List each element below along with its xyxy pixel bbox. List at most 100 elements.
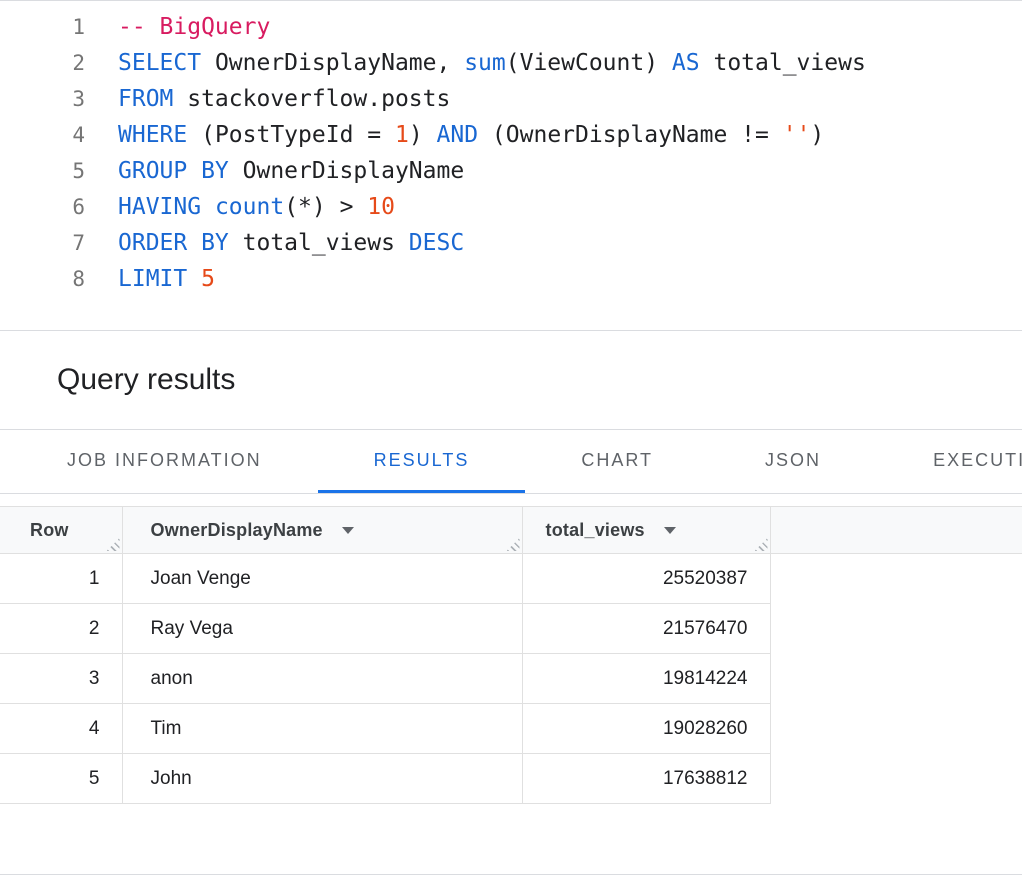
code-token-number: 1 — [395, 122, 409, 148]
code-line[interactable]: 1 -- BigQuery — [0, 9, 1022, 45]
total-views-cell: 25520387 — [522, 554, 770, 604]
row-number-cell: 1 — [0, 554, 122, 604]
query-results-section-header: Query results — [0, 331, 1022, 430]
table-row[interactable]: 2Ray Vega21576470 — [0, 604, 1022, 654]
code-token-plain: (PostTypeId = — [187, 122, 395, 148]
empty-cell — [770, 704, 1022, 754]
row-number-cell: 4 — [0, 704, 122, 754]
code-line[interactable]: 5 GROUP BY OwnerDisplayName — [0, 153, 1022, 189]
tab-chart[interactable]: CHART — [525, 430, 709, 493]
code-text: FROM stackoverflow.posts — [118, 81, 450, 117]
table-row[interactable]: 4Tim19028260 — [0, 704, 1022, 754]
tab-json[interactable]: JSON — [709, 430, 877, 493]
column-header-empty — [770, 507, 1022, 554]
line-number: 4 — [0, 117, 85, 153]
empty-cell — [770, 654, 1022, 704]
sql-editor[interactable]: 1 -- BigQuery 2 SELECT OwnerDisplayName, su… — [0, 1, 1022, 331]
column-resize-handle[interactable] — [507, 538, 520, 551]
line-number: 5 — [0, 153, 85, 189]
tab-job-information[interactable]: JOB INFORMATION — [11, 430, 318, 493]
row-number-cell: 5 — [0, 754, 122, 804]
column-header-total-views[interactable]: total_views — [522, 507, 770, 554]
owner-display-name-cell: Ray Vega — [122, 604, 522, 654]
code-token-keyword: AND — [437, 122, 479, 148]
column-label: Row — [30, 520, 69, 540]
owner-display-name-cell: Joan Venge — [122, 554, 522, 604]
column-label: OwnerDisplayName — [151, 520, 323, 540]
code-token-keyword: LIMIT — [118, 266, 187, 292]
code-lines[interactable]: 1 -- BigQuery 2 SELECT OwnerDisplayName, su… — [0, 9, 1022, 297]
code-token-keyword: AS — [672, 50, 700, 76]
results-area: Row OwnerDisplayName total_views — [0, 494, 1022, 875]
code-line[interactable]: 8 LIMIT 5 — [0, 261, 1022, 297]
column-header-ownerdisplayname[interactable]: OwnerDisplayName — [122, 507, 522, 554]
code-line[interactable]: 3 FROM stackoverflow.posts — [0, 81, 1022, 117]
tab-execution-details[interactable]: EXECUTION DETAILS — [877, 430, 1022, 493]
column-label: total_views — [546, 520, 645, 540]
code-text: -- BigQuery — [118, 9, 270, 45]
column-dropdown-icon[interactable] — [342, 527, 354, 534]
line-number: 3 — [0, 81, 85, 117]
column-dropdown-icon[interactable] — [664, 527, 676, 534]
table-header-row: Row OwnerDisplayName total_views — [0, 507, 1022, 554]
line-number: 1 — [0, 9, 85, 45]
line-number: 2 — [0, 45, 85, 81]
code-text: SELECT OwnerDisplayName, sum(ViewCount) … — [118, 45, 866, 81]
code-line[interactable]: 2 SELECT OwnerDisplayName, sum(ViewCount)… — [0, 45, 1022, 81]
code-text: ORDER BY total_views DESC — [118, 225, 464, 261]
table-row[interactable]: 3anon19814224 — [0, 654, 1022, 704]
total-views-cell: 21576470 — [522, 604, 770, 654]
code-token-plain: ) — [810, 122, 824, 148]
code-token-number: 5 — [201, 266, 215, 292]
code-token-number: 10 — [367, 194, 395, 220]
line-number: 6 — [0, 189, 85, 225]
code-line[interactable]: 7 ORDER BY total_views DESC — [0, 225, 1022, 261]
owner-display-name-cell: Tim — [122, 704, 522, 754]
bigquery-results-panel: 1 -- BigQuery 2 SELECT OwnerDisplayName, su… — [0, 0, 1022, 878]
code-token-keyword: HAVING — [118, 194, 201, 220]
code-line[interactable]: 6 HAVING count(*) > 10 — [0, 189, 1022, 225]
table-row[interactable]: 1Joan Venge25520387 — [0, 554, 1022, 604]
line-number: 8 — [0, 261, 85, 297]
row-number-cell: 3 — [0, 654, 122, 704]
column-header-row[interactable]: Row — [0, 507, 122, 554]
total-views-cell: 19814224 — [522, 654, 770, 704]
code-token-plain: (*) > — [284, 194, 367, 220]
code-token-keyword: ORDER BY — [118, 230, 229, 256]
column-resize-handle[interactable] — [755, 538, 768, 551]
code-token-plain: total_views — [700, 50, 866, 76]
code-token-keyword: GROUP BY — [118, 158, 229, 184]
code-token-comment: -- BigQuery — [118, 14, 270, 40]
code-token-plain: stackoverflow.posts — [173, 86, 450, 112]
column-resize-handle[interactable] — [107, 538, 120, 551]
code-line[interactable]: 4WHERE (PostTypeId = 1) AND (OwnerDispla… — [0, 117, 1022, 153]
code-text: LIMIT 5 — [118, 261, 215, 297]
code-token-keyword: FROM — [118, 86, 173, 112]
code-token-plain: OwnerDisplayName — [229, 158, 464, 184]
results-body: 1Joan Venge255203872Ray Vega215764703ano… — [0, 554, 1022, 804]
code-text: HAVING count(*) > 10 — [118, 189, 395, 225]
empty-cell — [770, 554, 1022, 604]
code-token-keyword: count — [215, 194, 284, 220]
code-token-keyword: DESC — [409, 230, 464, 256]
code-token-keyword: SELECT — [118, 50, 201, 76]
code-token-plain — [201, 194, 215, 220]
code-token-plain: total_views — [229, 230, 409, 256]
empty-cell — [770, 754, 1022, 804]
code-token-plain: ) — [409, 122, 437, 148]
results-table: Row OwnerDisplayName total_views — [0, 506, 1022, 804]
table-row[interactable]: 5John17638812 — [0, 754, 1022, 804]
total-views-cell: 19028260 — [522, 704, 770, 754]
code-token-plain: OwnerDisplayName, — [201, 50, 464, 76]
row-number-cell: 2 — [0, 604, 122, 654]
empty-cell — [770, 604, 1022, 654]
total-views-cell: 17638812 — [522, 754, 770, 804]
code-text: GROUP BY OwnerDisplayName — [118, 153, 464, 189]
owner-display-name-cell: John — [122, 754, 522, 804]
line-number: 7 — [0, 225, 85, 261]
code-token-keyword: sum — [464, 50, 506, 76]
query-results-title: Query results — [57, 363, 235, 397]
tab-results[interactable]: RESULTS — [318, 430, 526, 493]
code-token-string: '' — [783, 122, 811, 148]
code-token-plain: (OwnerDisplayName != — [478, 122, 783, 148]
